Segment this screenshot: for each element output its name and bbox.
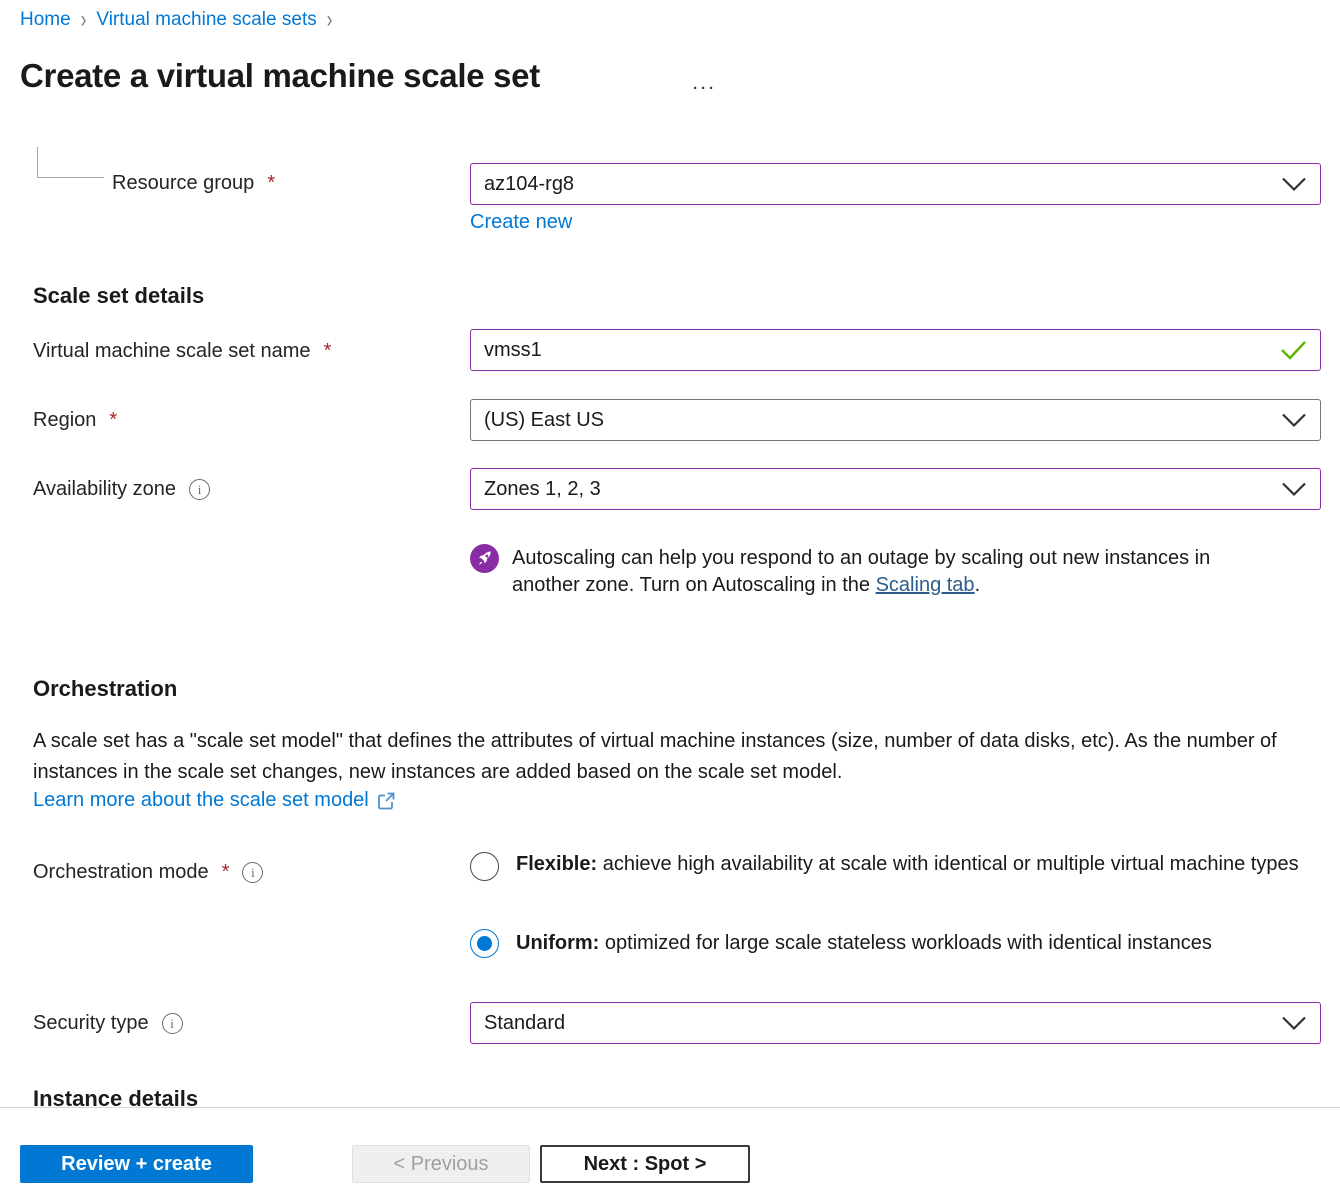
security-type-dropdown[interactable]: Standard xyxy=(470,1002,1321,1044)
flexible-option-description: achieve high availability at scale with … xyxy=(597,853,1298,875)
vm-name-label: Virtual machine scale set name * xyxy=(33,340,331,363)
vm-name-label-text: Virtual machine scale set name xyxy=(33,340,311,363)
chevron-down-icon xyxy=(1281,1016,1307,1031)
autoscaling-note-text: Autoscaling can help you respond to an o… xyxy=(512,547,1210,596)
breadcrumb-home-link[interactable]: Home xyxy=(20,9,71,31)
required-asterisk: * xyxy=(222,861,230,884)
vm-name-input[interactable]: vmss1 xyxy=(470,329,1321,371)
create-new-link[interactable]: Create new xyxy=(470,211,572,234)
review-create-button[interactable]: Review + create xyxy=(20,1145,253,1183)
orchestration-heading: Orchestration xyxy=(33,676,177,702)
previous-button[interactable]: < Previous xyxy=(352,1145,530,1183)
required-asterisk: * xyxy=(324,340,332,363)
vm-name-value: vmss1 xyxy=(484,339,542,362)
region-label: Region * xyxy=(33,409,117,432)
radio-dot xyxy=(477,936,492,951)
orchestration-mode-label: Orchestration mode * i xyxy=(33,861,263,884)
info-icon[interactable]: i xyxy=(162,1013,183,1034)
scaling-tab-link[interactable]: Scaling tab xyxy=(876,574,975,596)
valid-check-icon xyxy=(1280,340,1307,360)
required-asterisk: * xyxy=(267,172,275,195)
footer-action-bar: Review + create < Previous Next : Spot > xyxy=(0,1107,1340,1202)
breadcrumb: Home › Virtual machine scale sets › xyxy=(20,9,332,31)
security-type-label-text: Security type xyxy=(33,1012,149,1035)
orchestration-mode-label-text: Orchestration mode xyxy=(33,861,209,884)
learn-more-link-text: Learn more about the scale set model xyxy=(33,789,369,812)
uniform-option-text: Uniform: optimized for large scale state… xyxy=(516,928,1326,959)
resource-group-indent-line xyxy=(37,147,104,178)
orchestration-mode-option-flexible[interactable]: Flexible: achieve high availability at s… xyxy=(470,852,1306,881)
availability-zone-label-text: Availability zone xyxy=(33,478,176,501)
security-type-label: Security type i xyxy=(33,1012,183,1035)
chevron-right-icon: › xyxy=(81,6,87,34)
region-label-text: Region xyxy=(33,409,96,432)
chevron-down-icon xyxy=(1281,413,1307,428)
next-spot-button[interactable]: Next : Spot > xyxy=(540,1145,750,1183)
radio-unselected-icon[interactable] xyxy=(470,852,499,881)
resource-group-label: Resource group * xyxy=(112,172,275,195)
info-icon[interactable]: i xyxy=(189,479,210,500)
uniform-option-name: Uniform: xyxy=(516,932,599,954)
orchestration-description: A scale set has a "scale set model" that… xyxy=(33,726,1328,788)
required-asterisk: * xyxy=(109,409,117,432)
security-type-value: Standard xyxy=(484,1012,565,1035)
resource-group-value: az104-rg8 xyxy=(484,173,574,196)
chevron-down-icon xyxy=(1281,177,1307,192)
availability-zone-label: Availability zone i xyxy=(33,478,210,501)
region-dropdown[interactable]: (US) East US xyxy=(470,399,1321,441)
uniform-option-description: optimized for large scale stateless work… xyxy=(599,932,1212,954)
resource-group-label-text: Resource group xyxy=(112,172,254,195)
external-link-icon xyxy=(376,791,396,811)
availability-zone-dropdown[interactable]: Zones 1, 2, 3 xyxy=(470,468,1321,510)
chevron-right-icon: › xyxy=(327,6,333,34)
orchestration-mode-option-uniform[interactable]: Uniform: optimized for large scale state… xyxy=(470,929,1326,959)
breadcrumb-vmss-link[interactable]: Virtual machine scale sets xyxy=(96,9,316,31)
info-icon[interactable]: i xyxy=(242,862,263,883)
rocket-icon xyxy=(470,544,499,573)
page-title: Create a virtual machine scale set xyxy=(20,57,540,95)
availability-zone-value: Zones 1, 2, 3 xyxy=(484,478,601,501)
more-menu-icon[interactable]: ··· xyxy=(693,80,717,97)
autoscaling-note-period: . xyxy=(975,574,981,596)
resource-group-dropdown[interactable]: az104-rg8 xyxy=(470,163,1321,205)
scale-set-details-heading: Scale set details xyxy=(33,283,204,309)
flexible-option-text: Flexible: achieve high availability at s… xyxy=(516,849,1306,881)
region-value: (US) East US xyxy=(484,409,604,432)
chevron-down-icon xyxy=(1281,482,1307,497)
flexible-option-name: Flexible: xyxy=(516,853,597,875)
learn-more-link[interactable]: Learn more about the scale set model xyxy=(33,789,396,812)
autoscaling-note: Autoscaling can help you respond to an o… xyxy=(512,545,1257,599)
radio-selected-icon[interactable] xyxy=(470,929,499,958)
